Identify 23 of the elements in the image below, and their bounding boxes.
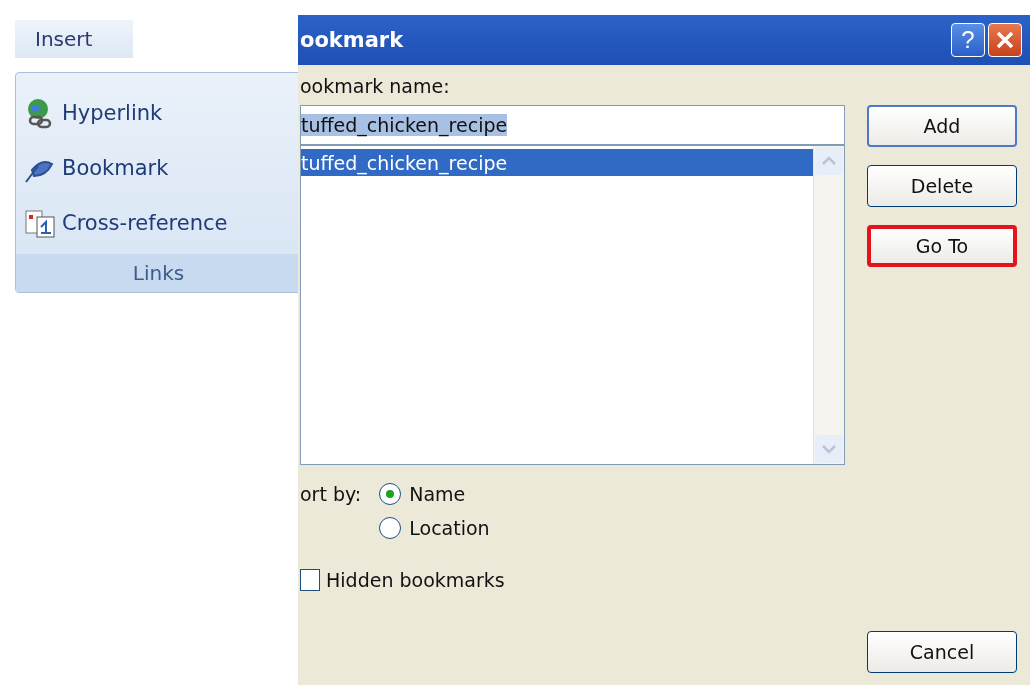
cancel-button[interactable]: Cancel: [867, 631, 1017, 673]
radio-option[interactable]: Location: [379, 517, 490, 539]
group-title: Links: [16, 254, 301, 292]
radio-icon[interactable]: [379, 517, 402, 539]
radio-icon[interactable]: [379, 483, 402, 505]
checkbox-icon[interactable]: [300, 569, 320, 591]
checkbox-option[interactable]: Hidden bookmarks: [300, 569, 845, 591]
ribbon-command[interactable]: Hyperlink: [16, 85, 301, 140]
close-icon: [995, 30, 1015, 50]
help-button[interactable]: ?: [951, 23, 985, 57]
close-button[interactable]: [988, 23, 1022, 57]
field-label: ookmark name:: [300, 75, 451, 99]
dialog-button[interactable]: Go To: [867, 225, 1017, 267]
list-item[interactable]: tuffed_chicken_recipe: [301, 149, 813, 176]
ribbon-command[interactable]: Cross-reference: [16, 195, 301, 250]
dialog-button[interactable]: Add: [867, 105, 1017, 147]
radio-option[interactable]: Name: [379, 483, 490, 505]
window-title: ookmark: [300, 28, 404, 52]
ribbon-command[interactable]: Bookmark: [16, 140, 301, 195]
sort-label: ort by:: [300, 483, 362, 507]
ribbon-tab[interactable]: Insert: [15, 20, 133, 58]
input-field[interactable]: tuffed_chicken_recipe: [300, 105, 845, 145]
dialog-button[interactable]: Delete: [867, 165, 1017, 207]
